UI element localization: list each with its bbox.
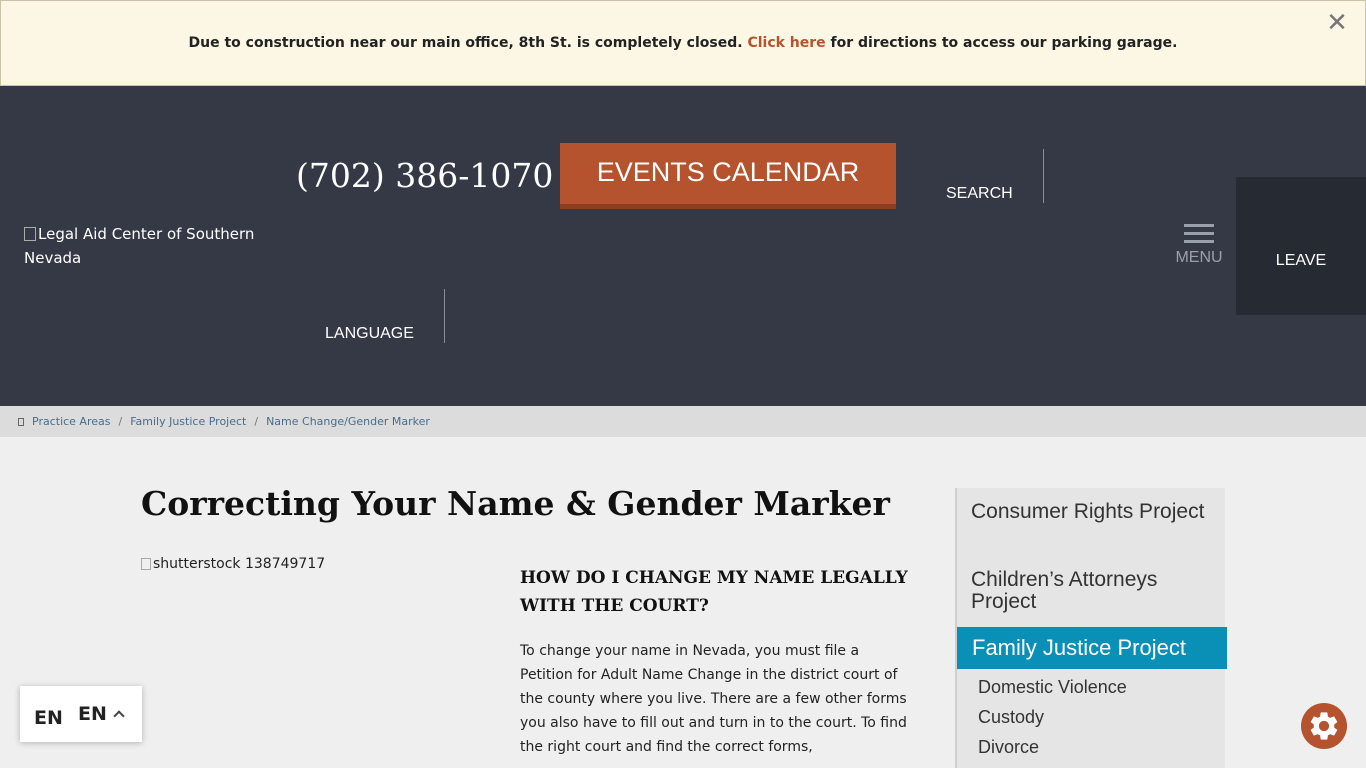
search-divider	[1043, 149, 1044, 203]
chevron-up-icon	[113, 710, 125, 722]
construction-alert: Due to construction near our main office…	[0, 0, 1366, 86]
sidebar-subitem-custody[interactable]: Custody	[978, 707, 1044, 728]
sidebar-item-family-justice[interactable]: Family Justice Project	[957, 627, 1227, 669]
hamburger-icon	[1184, 224, 1214, 243]
alert-text-before: Due to construction near our main office…	[188, 35, 743, 51]
page-title: Correcting Your Name & Gender Marker	[141, 484, 890, 523]
section-heading: HOW DO I CHANGE MY NAME LEGALLY WITH THE…	[520, 568, 908, 616]
body-paragraph: To change your name in Nevada, you must …	[520, 643, 907, 755]
alert-message: Due to construction near our main office…	[189, 35, 1178, 51]
sidebar-item-consumer-rights[interactable]: Consumer Rights Project	[971, 501, 1211, 523]
language-divider	[444, 289, 445, 343]
sidebar-item-childrens-attorneys[interactable]: Children’s Attorneys Project	[971, 569, 1211, 613]
breadcrumb-family-justice-project[interactable]: Family Justice Project	[130, 415, 246, 428]
settings-button[interactable]	[1301, 703, 1347, 749]
search-button[interactable]: SEARCH	[946, 185, 1013, 203]
close-icon[interactable]: ✕	[1323, 9, 1351, 37]
language-selector[interactable]: EN EN	[20, 686, 142, 742]
sidebar-subitem-divorce[interactable]: Divorce	[978, 737, 1039, 758]
image-alt-text: shutterstock 138749717	[153, 556, 326, 572]
broken-image-icon	[24, 227, 36, 241]
logo-alt-text: Legal Aid Center of Southern Nevada	[24, 225, 255, 267]
menu-button[interactable]: MENU	[1168, 224, 1230, 280]
breadcrumb-practice-areas[interactable]: Practice Areas	[32, 415, 110, 428]
alert-click-here-link[interactable]: Click here	[747, 35, 825, 51]
breadcrumb: Practice Areas / Family Justice Project …	[0, 406, 1366, 437]
breadcrumb-name-change[interactable]: Name Change/Gender Marker	[266, 415, 430, 428]
broken-image-icon	[141, 558, 151, 570]
alert-text-after: for directions to access our parking gar…	[830, 35, 1178, 51]
language-button[interactable]: LANGUAGE	[325, 325, 414, 343]
flag-icon: EN	[34, 707, 63, 729]
leave-site-button[interactable]: LEAVE	[1236, 177, 1366, 315]
site-header: Legal Aid Center of Southern Nevada (702…	[0, 86, 1366, 406]
phone-number[interactable]: (702) 386-1070	[296, 156, 553, 195]
site-logo[interactable]: Legal Aid Center of Southern Nevada	[24, 222, 264, 270]
menu-label: MENU	[1175, 249, 1223, 266]
breadcrumb-separator: /	[254, 415, 259, 428]
sidebar-subitem-domestic-violence[interactable]: Domestic Violence	[978, 677, 1127, 698]
events-calendar-button[interactable]: EVENTS CALENDAR	[560, 143, 896, 209]
gear-icon	[1310, 712, 1338, 740]
breadcrumb-separator: /	[118, 415, 123, 428]
article-image: shutterstock 138749717	[141, 556, 325, 572]
practice-areas-sidebar: Consumer Rights Project Children’s Attor…	[955, 488, 1227, 768]
home-icon[interactable]	[18, 417, 24, 426]
language-code: EN	[78, 703, 107, 725]
